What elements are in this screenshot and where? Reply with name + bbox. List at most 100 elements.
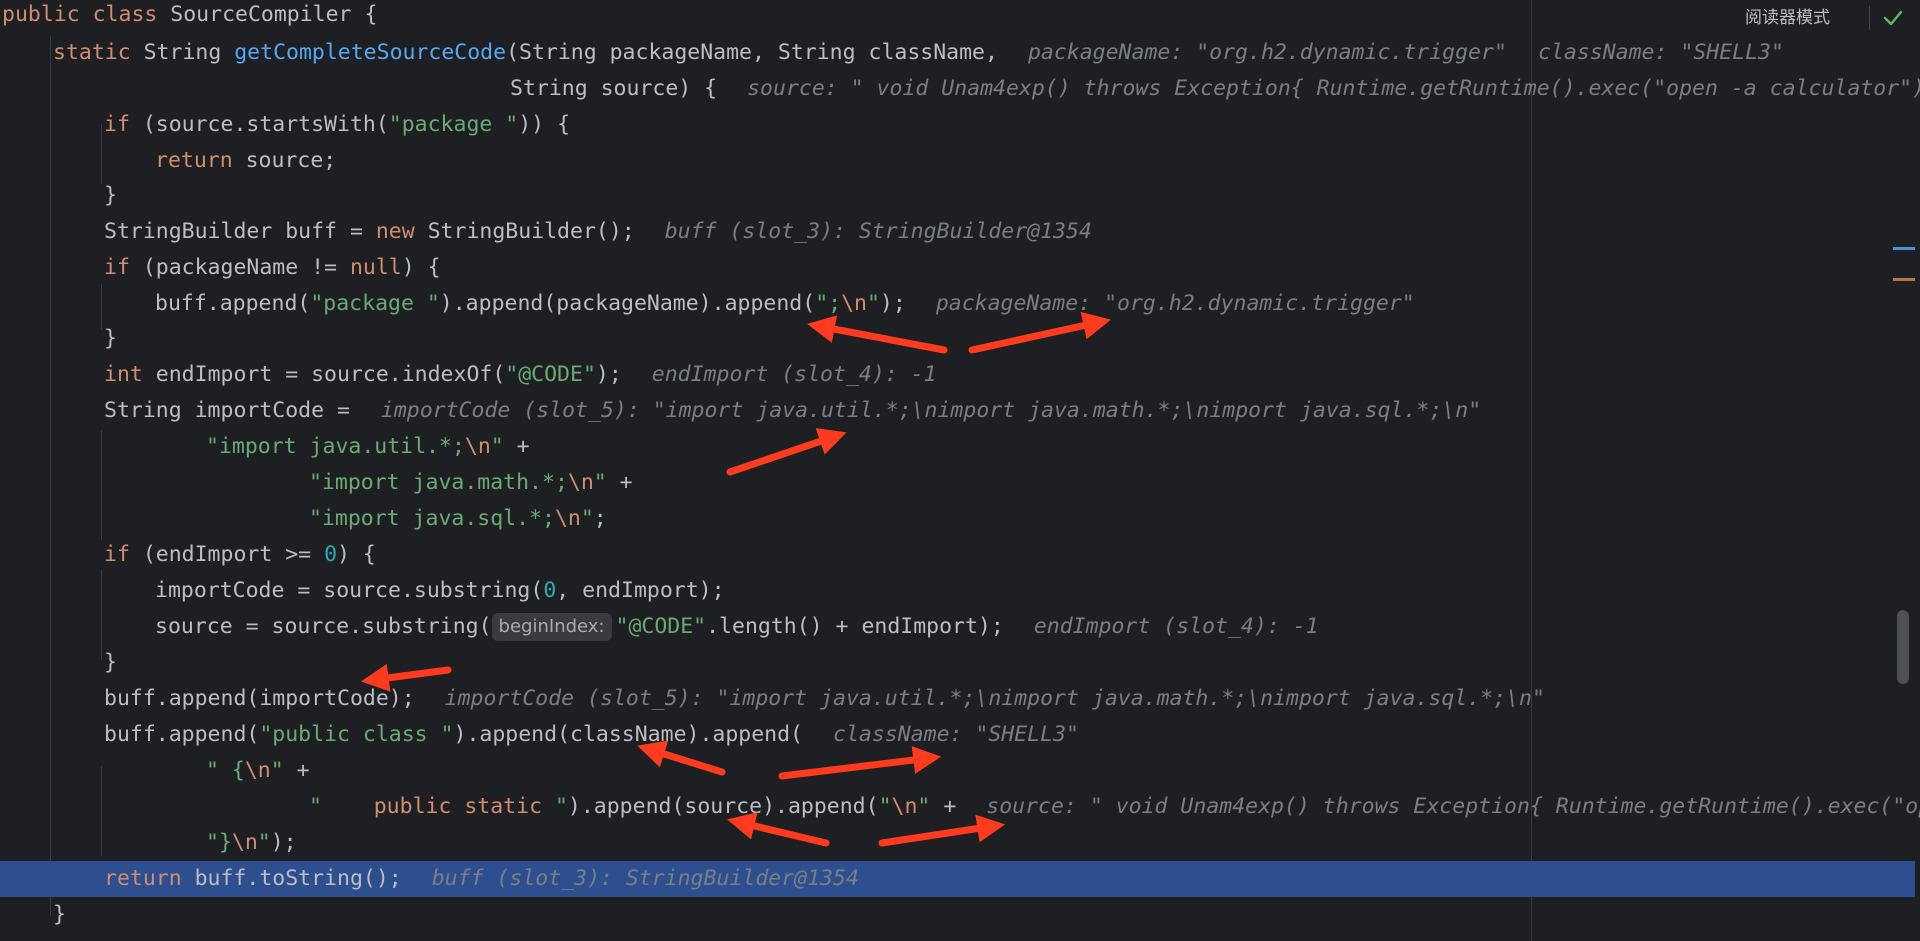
code-line[interactable]: buff.append(importCode); importCode (slot… <box>104 681 1545 717</box>
code-text: } <box>53 902 66 927</box>
code-text: source; <box>232 148 337 173</box>
number-literal: 0 <box>543 578 557 603</box>
string-literal: " { <box>206 758 245 783</box>
code-line-method-signature-cont[interactable]: String source) { source: " void Unam4exp(… <box>510 71 1920 107</box>
code-text: + <box>930 794 957 819</box>
reader-mode-button[interactable]: 阅读器模式 <box>1735 2 1840 34</box>
string-literal: " <box>917 794 931 819</box>
code-text: } <box>104 183 117 208</box>
keyword: public class <box>2 2 158 27</box>
code-text: } <box>104 326 117 351</box>
string-literal: "public class " <box>259 722 454 747</box>
string-literal: "; <box>815 291 842 316</box>
inline-debug-value: endImport (slot_4): -1 <box>1033 614 1319 639</box>
toolbar-divider <box>1869 6 1870 30</box>
code-text: String <box>130 40 235 65</box>
code-text: StringBuilder buff = <box>104 219 376 244</box>
code-text: SourceCompiler { <box>157 2 378 27</box>
keyword: int <box>104 362 143 387</box>
code-text: } <box>104 650 117 675</box>
string-literal: " <box>580 506 594 531</box>
code-text: String source) { <box>510 76 718 101</box>
code-line[interactable]: buff.append("public class ").append(clas… <box>104 717 1079 753</box>
string-literal: "import java.sql.*; <box>309 506 555 531</box>
error-stripe-marker[interactable] <box>1893 247 1915 250</box>
code-line-class-decl[interactable]: public class SourceCompiler { <box>2 0 377 33</box>
code-text: (source.startsWith( <box>129 112 389 137</box>
parameter-name-hint: beginIndex: <box>491 613 612 641</box>
code-editor[interactable]: public class SourceCompiler { static Str… <box>0 0 1920 941</box>
code-line[interactable]: " {\n" + <box>206 753 310 789</box>
error-stripe-marker[interactable] <box>1893 278 1915 281</box>
string-literal: " <box>270 758 284 783</box>
inline-debug-value: source: " void Unam4exp() throws Excepti… <box>986 794 1920 819</box>
code-line[interactable]: int endImport = source.indexOf("@CODE");… <box>104 357 937 393</box>
keyword: null <box>349 255 402 280</box>
keyword: if <box>104 542 130 567</box>
code-line[interactable]: "import java.util.*;\n" + <box>206 429 530 465</box>
string-literal: " <box>593 470 607 495</box>
code-text: (endImport >= <box>129 542 325 567</box>
keyword: static <box>53 40 131 65</box>
string-literal: "import java.math.*; <box>309 470 568 495</box>
arrow-icon <box>968 311 1111 354</box>
code-line[interactable]: if (endImport >= 0) { <box>104 537 376 573</box>
code-line[interactable]: } <box>104 178 117 214</box>
code-line[interactable]: buff.append("package ").append(packageNa… <box>155 286 1415 322</box>
keyword: if <box>104 112 130 137</box>
code-text: + <box>606 470 633 495</box>
inline-debug-value-classname: className: "SHELL3" <box>1538 35 1784 71</box>
code-line[interactable]: "import java.sql.*;\n"; <box>309 501 607 537</box>
code-line[interactable]: if (packageName != null) { <box>104 250 441 286</box>
arrow-icon <box>778 746 942 780</box>
code-line[interactable]: } <box>53 897 66 933</box>
code-line[interactable]: } <box>104 321 117 357</box>
code-text: (packageName != <box>129 255 350 280</box>
string-literal: "package " <box>310 291 440 316</box>
code-text: StringBuilder(); <box>414 219 635 244</box>
string-literal: " <box>309 794 374 819</box>
string-literal: " <box>490 434 504 459</box>
code-text: ).append(className).append( <box>453 722 804 747</box>
inline-debug-value: source: " void Unam4exp() throws Excepti… <box>747 76 1920 101</box>
escape-sequence: \n <box>464 434 491 459</box>
string-literal: "@CODE" <box>505 362 596 387</box>
vertical-scrollbar[interactable] <box>1897 610 1909 684</box>
code-line[interactable]: StringBuilder buff = new StringBuilder()… <box>104 214 1092 250</box>
number-literal: 0 <box>324 542 338 567</box>
code-line[interactable]: if (source.startsWith("package ")) { <box>104 107 570 143</box>
code-text: ); <box>270 830 297 855</box>
code-text: buff.append( <box>155 291 311 316</box>
code-text: + <box>283 758 310 783</box>
code-line[interactable]: } <box>104 645 117 681</box>
keyword: return <box>155 148 233 173</box>
keyword: return <box>104 866 182 891</box>
code-text: String importCode = <box>104 398 363 423</box>
escape-sequence: \n <box>841 291 867 316</box>
code-text: endImport = source.indexOf( <box>142 362 506 387</box>
arrow-icon <box>806 315 948 354</box>
inline-debug-value: buff (slot_3): StringBuilder@1354 <box>431 866 859 891</box>
string-literal: "@CODE" <box>615 614 707 639</box>
code-line[interactable]: String importCode = importCode (slot_5):… <box>104 393 1481 429</box>
code-text: ).append(packageName).append( <box>439 291 816 316</box>
code-text: .length() + endImport); <box>706 614 1004 639</box>
code-text: + <box>503 434 530 459</box>
indent-guide <box>101 124 102 184</box>
code-line[interactable]: return source; <box>155 143 336 179</box>
execution-point-line[interactable]: return buff.toString(); buff (slot_3): St… <box>0 861 1915 897</box>
inline-debug-value: importCode (slot_5): "import java.util.*… <box>380 398 1482 423</box>
code-line[interactable]: source = source.substring(beginIndex: "@C… <box>155 609 1319 645</box>
code-text: ).append(source).append( <box>567 794 879 819</box>
code-line[interactable]: "import java.math.*;\n" + <box>309 465 633 501</box>
code-text: ); <box>879 291 906 316</box>
check-icon[interactable] <box>1880 5 1906 31</box>
inline-debug-value: importCode (slot_5): "import java.util.*… <box>444 686 1545 711</box>
code-line[interactable]: " public static ").append(source).append… <box>309 789 1920 825</box>
code-line[interactable]: "}\n"); <box>206 825 297 861</box>
inline-debug-value: packageName: "org.h2.dynamic.trigger" <box>1027 40 1507 65</box>
code-line-method-signature[interactable]: static String getCompleteSourceCode(Stri… <box>53 35 1507 71</box>
code-text: buff.append(importCode); <box>104 686 415 711</box>
inline-debug-value: buff (slot_3): StringBuilder@1354 <box>664 219 1092 244</box>
code-line[interactable]: importCode = source.substring(0, endImpo… <box>155 573 725 609</box>
